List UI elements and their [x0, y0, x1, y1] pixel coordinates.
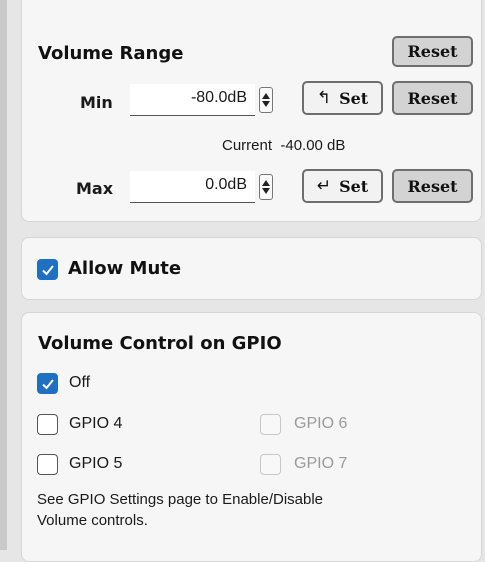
gpio-panel: Volume Control on GPIO Off GPIO 4 GPIO 6…	[21, 312, 482, 562]
min-set-label: Set	[339, 88, 369, 108]
max-set-label: Set	[339, 176, 369, 196]
gpio-5-label: GPIO 5	[69, 455, 123, 472]
spinner-down-icon[interactable]	[262, 101, 270, 107]
min-set-button[interactable]: ↰ Set	[302, 81, 383, 115]
left-edge-bar	[0, 0, 7, 550]
checkmark-icon	[42, 265, 54, 276]
allow-mute-checkbox[interactable]	[37, 259, 58, 280]
gpio-note-line2: Volume controls.	[37, 512, 148, 529]
gpio-7-checkbox	[260, 454, 281, 475]
gpio-6-label: GPIO 6	[294, 415, 348, 432]
min-spinner[interactable]	[259, 87, 273, 113]
max-set-button[interactable]: ↵ Set	[302, 169, 383, 203]
checkmark-icon	[42, 379, 54, 390]
min-reset-button[interactable]: Reset	[392, 81, 473, 115]
gpio-4-checkbox[interactable]	[37, 414, 58, 435]
max-value-field[interactable]: 0.0dB	[130, 171, 255, 203]
gpio-5-checkbox[interactable]	[37, 454, 58, 475]
gpio-6-checkbox	[260, 414, 281, 435]
current-volume-readout: Current -40.00 dB	[222, 137, 346, 154]
gpio-off-label: Off	[69, 374, 91, 391]
max-spinner[interactable]	[259, 174, 273, 200]
gpio-7-label: GPIO 7	[294, 455, 348, 472]
min-value-field[interactable]: -80.0dB	[130, 84, 255, 116]
mute-panel: Allow Mute	[21, 237, 482, 300]
volume-range-title: Volume Range	[38, 43, 184, 64]
allow-mute-label: Allow Mute	[68, 258, 182, 279]
gpio-title: Volume Control on GPIO	[38, 333, 282, 354]
gpio-off-checkbox[interactable]	[37, 373, 58, 394]
volume-range-reset-button[interactable]: Reset	[392, 36, 473, 67]
min-value-text: -80.0dB	[190, 89, 247, 106]
spinner-up-icon[interactable]	[262, 93, 270, 99]
gpio-note-line1: See GPIO Settings page to Enable/Disable	[37, 491, 324, 508]
return-arrow-icon: ↵	[316, 176, 332, 196]
max-label: Max	[76, 179, 114, 198]
volume-range-panel: Volume Range Reset Min -80.0dB ↰ Set Res…	[21, 0, 482, 222]
max-value-text: 0.0dB	[205, 176, 247, 193]
return-arrow-left-icon: ↰	[316, 88, 332, 108]
min-label: Min	[80, 93, 113, 112]
spinner-up-icon[interactable]	[262, 180, 270, 186]
spinner-down-icon[interactable]	[262, 188, 270, 194]
max-reset-button[interactable]: Reset	[392, 169, 473, 203]
gpio-4-label: GPIO 4	[69, 415, 123, 432]
